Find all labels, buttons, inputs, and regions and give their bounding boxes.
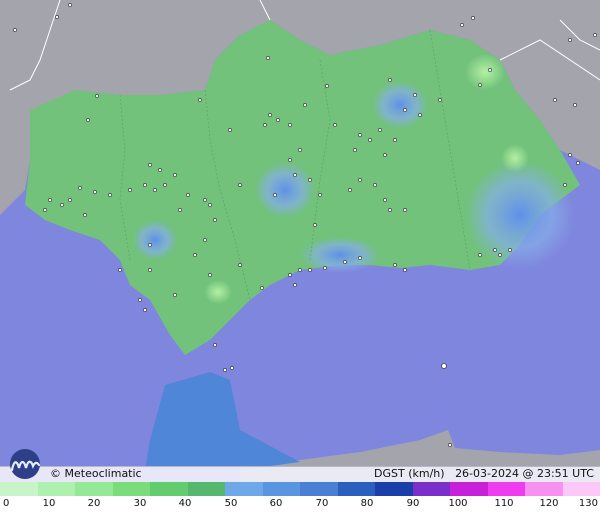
scale-tick-label: 90 [406, 498, 420, 509]
scale-tick-label: 10 [42, 498, 56, 509]
scale-tick-label: 70 [315, 498, 329, 509]
gust-area-west [133, 220, 177, 260]
gust-area-north [372, 81, 428, 129]
scale-tick-label: 110 [494, 498, 514, 509]
scale-segment [525, 482, 563, 496]
scale-tick-label: 50 [224, 498, 238, 509]
datetime-label: 26-03-2024 @ 23:51 UTC [455, 467, 594, 480]
color-scale-bar [0, 482, 600, 496]
calm-area-3 [204, 280, 232, 304]
scale-tick-label: 30 [133, 498, 147, 509]
scale-segment [375, 482, 413, 496]
scale-segment [562, 482, 600, 496]
scale-tick-label: 120 [539, 498, 559, 509]
scale-segment [262, 482, 300, 496]
scale-segment [487, 482, 525, 496]
calm-area-2 [501, 144, 529, 172]
scale-tick-label: 40 [178, 498, 192, 509]
brand-label: © Meteoclimatic [50, 467, 142, 480]
map-info-label: DGST (km/h) 26-03-2024 @ 23:51 UTC [374, 467, 594, 481]
scale-tick-label: 20 [87, 498, 101, 509]
scale-tick-label: 100 [448, 498, 468, 509]
scale-segment [0, 482, 38, 496]
scale-segment [37, 482, 75, 496]
scale-segment [150, 482, 188, 496]
scale-tick-label: 60 [269, 498, 283, 509]
color-scale-legend: 0 10 20 30 40 50 60 70 80 90 100 110 120 130 [0, 482, 600, 517]
scale-segment [450, 482, 488, 496]
scale-tick-label: 0 [3, 498, 10, 509]
scale-segment [412, 482, 450, 496]
scale-segment [337, 482, 375, 496]
gust-area-east [465, 160, 575, 270]
scale-segment [300, 482, 338, 496]
scale-tick-label: 80 [360, 498, 374, 509]
scale-segment [225, 482, 263, 496]
scale-tick-label: 130 [578, 498, 598, 509]
scale-segment [112, 482, 150, 496]
scale-segment [75, 482, 113, 496]
gust-area-center [255, 162, 315, 218]
scale-segment [187, 482, 225, 496]
variable-label: DGST (km/h) [374, 467, 445, 480]
calm-area-1 [465, 54, 505, 90]
meteoclimatic-logo-icon [10, 449, 41, 479]
wind-gust-map[interactable] [0, 0, 600, 482]
